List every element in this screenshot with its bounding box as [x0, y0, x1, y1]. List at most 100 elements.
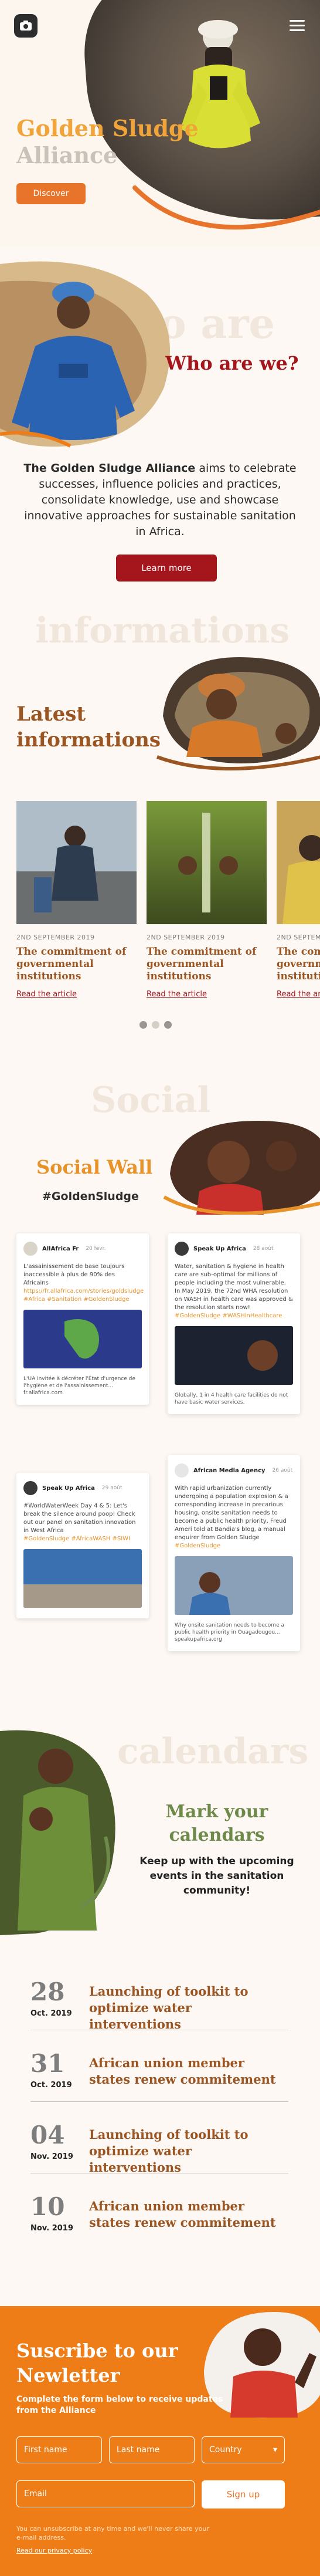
post-link[interactable]: #GoldenSludge #WASHinHealthcare	[175, 1312, 293, 1320]
post-username: Speak Up Africa	[193, 1245, 246, 1252]
event-day: 10	[30, 2192, 65, 2221]
latest-title-line1: Latest	[16, 702, 86, 726]
social-post[interactable]: African Media Agency 26 août With rapid …	[168, 1455, 300, 1651]
post-body: L'assainissement de base toujours inacce…	[23, 1263, 125, 1286]
newsletter-note: You can unsubscribe at any time and we'l…	[16, 2525, 209, 2541]
event-title[interactable]: Launching of toolkit to optimize water i…	[89, 1983, 282, 2033]
event-title[interactable]: Launching of toolkit to optimize water i…	[89, 2127, 282, 2176]
first-name-field[interactable]	[16, 2436, 102, 2463]
who-title: Who are we?	[165, 352, 299, 374]
social-wall-section: Social Social Wall #GoldenSludge AllAfri…	[0, 1074, 320, 1702]
social-post[interactable]: Speak Up Africa 28 août Water, sanitatio…	[168, 1233, 300, 1414]
post-media-image	[23, 1310, 142, 1368]
event-title[interactable]: African union member states renew commit…	[89, 2055, 282, 2088]
hero-section: Golden Sludge Alliance Discover	[0, 0, 320, 246]
carousel-dot-1[interactable]	[139, 1021, 147, 1029]
post-media-image	[23, 1549, 142, 1608]
newsletter-title: Suscribe to our Newletter	[16, 2338, 178, 2388]
calendar-subtitle: Keep up with the upcoming events in the …	[139, 1855, 294, 1896]
country-select-label: Country	[209, 2445, 242, 2455]
event-item[interactable]: 31 Oct. 2019 African union member states…	[30, 2043, 288, 2102]
event-day: 04	[30, 2121, 65, 2149]
newsletter-title-line1: Suscribe to our	[16, 2340, 178, 2362]
social-post[interactable]: AllAfrica Fr 20 févr. L'assainissement d…	[16, 1233, 149, 1405]
news-card-image	[16, 801, 137, 924]
event-item[interactable]: 10 Nov. 2019 African union member states…	[30, 2186, 288, 2245]
signup-button[interactable]: Sign up	[202, 2480, 285, 2509]
post-time: 26 août	[272, 1468, 293, 1473]
news-card-date: 2ND SEPTEMBER 2019	[147, 934, 225, 941]
avatar	[175, 1242, 189, 1256]
carousel-dot-3[interactable]	[164, 1021, 172, 1029]
news-card-image	[277, 801, 320, 924]
calendar-ghost-text: calendars	[117, 1731, 309, 1772]
hero-title-sub: Alliance	[16, 142, 118, 168]
avatar	[175, 1463, 189, 1478]
read-article-link[interactable]: Read the article	[16, 990, 137, 999]
post-body: #WorldWaterWeek Day 4 & 5: Let's break t…	[23, 1503, 136, 1534]
last-name-field[interactable]	[109, 2436, 195, 2463]
social-title: Social Wall	[36, 1156, 153, 1178]
org-name: The Golden Sludge Alliance	[23, 462, 196, 475]
hamburger-menu-icon[interactable]	[290, 20, 305, 32]
post-time: 29 août	[101, 1485, 122, 1491]
page: Golden Sludge Alliance Discover who are …	[0, 0, 320, 2576]
learn-more-button[interactable]: Learn more	[116, 555, 217, 582]
news-card[interactable]: 2ND SEPTEMBER 2019 The commitment of gov…	[16, 801, 137, 1000]
latest-photo	[156, 657, 320, 770]
post-body: Water, sanitation & hygiene in health ca…	[175, 1263, 293, 1311]
event-item[interactable]: 04 Nov. 2019 Launching of toolkit to opt…	[30, 2115, 288, 2176]
social-post[interactable]: Speak Up Africa 29 août #WorldWaterWeek …	[16, 1473, 149, 1618]
read-article-link[interactable]: Read the article	[147, 990, 267, 999]
logo-icon	[20, 21, 32, 31]
event-day: 31	[30, 2049, 65, 2078]
hero-title: Golden Sludge Alliance	[16, 115, 199, 169]
read-article-link[interactable]: Read the article	[277, 990, 320, 999]
latest-title-line2: informations	[16, 728, 161, 752]
carousel-pagination	[139, 1021, 172, 1029]
post-username: AllAfrica Fr	[42, 1245, 79, 1252]
chevron-down-icon: ▾	[273, 2445, 277, 2455]
country-select[interactable]: Country ▾	[202, 2436, 285, 2463]
calendar-title: Mark your calendars	[147, 1800, 287, 1847]
post-body: With rapid urbanization currently underg…	[175, 1485, 288, 1541]
post-media-image	[175, 1326, 293, 1385]
calendar-title-line1: Mark your	[165, 1801, 268, 1822]
post-link[interactable]: https://fr.allafrica.com/stories/goldslu…	[23, 1287, 144, 1304]
carousel-dot-2[interactable]	[152, 1021, 159, 1029]
event-month: Nov. 2019	[30, 2152, 73, 2161]
email-field[interactable]	[16, 2480, 195, 2507]
social-photo	[163, 1121, 320, 1215]
event-month: Nov. 2019	[30, 2224, 73, 2233]
hero-accent-curve	[132, 185, 320, 230]
brand-logo[interactable]	[14, 14, 38, 38]
news-card-date: 2ND SEPTEMBER 2019	[277, 934, 320, 941]
discover-button[interactable]: Discover	[16, 183, 86, 204]
privacy-policy-link[interactable]: Read our privacy policy	[16, 2547, 92, 2554]
post-media-image	[175, 1556, 293, 1615]
calendar-title-line2: calendars	[169, 1825, 265, 1845]
post-time: 28 août	[253, 1246, 274, 1252]
news-card[interactable]: 2ND SEPTEMBER 2019 The commitment of gov…	[147, 801, 267, 1000]
post-link[interactable]: #GoldenSludge #AfricaWASH #SIWI	[23, 1535, 142, 1543]
who-description: The Golden Sludge Alliance aims to celeb…	[23, 461, 297, 540]
post-footer: L'UA invitée à décréter l'État d'urgence…	[23, 1376, 135, 1396]
post-link[interactable]: #GoldenSludge	[175, 1542, 293, 1550]
event-month: Oct. 2019	[30, 2009, 72, 2018]
news-card-title: The commitment of governmental instituti…	[147, 946, 257, 982]
post-time: 20 févr.	[86, 1246, 106, 1252]
who-are-we-section: who are we Who are we? The Golden Sludge…	[0, 258, 320, 587]
news-card[interactable]: 2ND SEPTEMBER 2019 The commitment of gov…	[277, 801, 320, 1000]
post-username: Speak Up Africa	[42, 1485, 95, 1492]
event-item[interactable]: 28 Oct. 2019 Launching of toolkit to opt…	[30, 1972, 288, 2033]
hero-title-main: Golden Sludge	[16, 115, 199, 141]
newsletter-section: Suscribe to our Newletter Complete the f…	[0, 2306, 320, 2576]
news-carousel[interactable]: 2ND SEPTEMBER 2019 The commitment of gov…	[16, 801, 320, 1006]
avatar	[23, 1242, 38, 1256]
calendar-photo	[0, 1730, 115, 1935]
avatar	[23, 1481, 38, 1495]
newsletter-description: Complete the form below to receive updat…	[16, 2395, 223, 2415]
news-card-image	[147, 801, 267, 924]
event-title[interactable]: African union member states renew commit…	[89, 2198, 282, 2231]
who-photo	[0, 261, 170, 448]
